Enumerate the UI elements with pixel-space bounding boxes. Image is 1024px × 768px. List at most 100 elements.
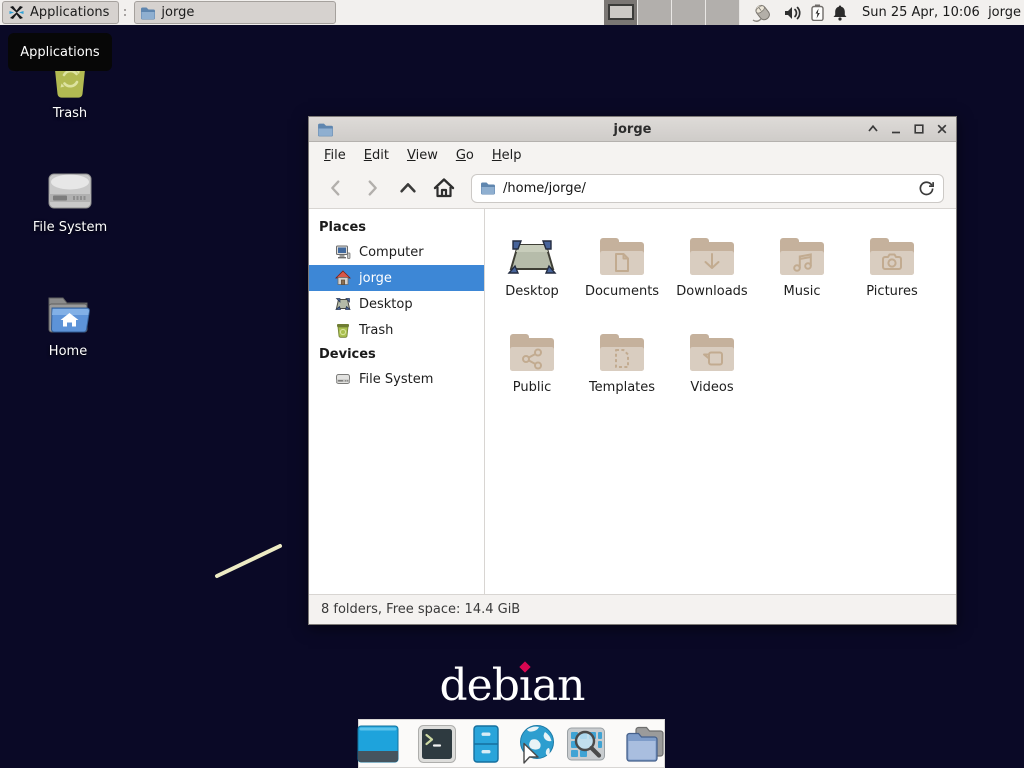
desktop-root: Applications jorge [0, 0, 1024, 768]
battery-icon[interactable] [811, 4, 824, 21]
file-manager-window: jorge File Edit View Go Help [308, 116, 957, 625]
computer-icon [335, 244, 351, 260]
hard-drive-icon [45, 168, 95, 214]
notifications-bell-icon[interactable] [832, 4, 848, 21]
workspace-window-thumbnail [608, 4, 634, 20]
applications-tooltip: Applications [8, 33, 112, 71]
sidebar-item-file-system[interactable]: File System [309, 366, 484, 392]
back-icon [325, 177, 347, 199]
toolbar: /home/jorge/ [309, 168, 956, 209]
folder-icon [140, 6, 156, 20]
up-icon [397, 177, 419, 199]
home-icon [432, 176, 456, 200]
file-item-label: Videos [690, 380, 733, 395]
file-item-label: Music [784, 284, 821, 299]
sidebar-item-computer[interactable]: Computer [309, 239, 484, 265]
file-item-label: Templates [589, 380, 655, 395]
panel-clock[interactable]: Sun 25 Apr, 10:06 [862, 0, 980, 25]
desktop-icon-file-system[interactable]: File System [22, 168, 118, 235]
debian-logo-text: an [532, 660, 585, 711]
workspace-4[interactable] [706, 0, 740, 25]
workspace-3[interactable] [672, 0, 706, 25]
directory-menu-button[interactable] [624, 724, 666, 764]
mouse-icon[interactable] [750, 3, 776, 23]
bottom-dock-panel [358, 719, 665, 768]
clock-text: Sun 25 Apr, 10:06 [862, 5, 980, 20]
file-item-public[interactable]: Public [487, 321, 577, 417]
web-browser-launcher[interactable] [515, 723, 557, 765]
taskbar-window-button[interactable]: jorge [134, 1, 336, 24]
file-item-label: Public [513, 380, 551, 395]
up-button[interactable] [393, 173, 423, 203]
file-manager-launcher[interactable] [466, 724, 506, 764]
maximize-window-icon[interactable] [913, 123, 925, 135]
applications-menu-button[interactable]: Applications [2, 1, 119, 24]
menubar: File Edit View Go Help [309, 142, 956, 168]
location-path-text: /home/jorge/ [503, 181, 586, 196]
forward-icon [361, 177, 383, 199]
audio-volume-icon[interactable] [784, 5, 803, 21]
close-window-icon[interactable] [936, 123, 948, 135]
minimize-window-icon[interactable] [890, 123, 902, 135]
file-item-templates[interactable]: Templates [577, 321, 667, 417]
workspace-switcher[interactable] [604, 0, 740, 25]
menu-go[interactable]: Go [447, 144, 483, 167]
file-item-pictures[interactable]: Pictures [847, 225, 937, 321]
drive-mini-icon [335, 371, 351, 387]
file-item-label: Downloads [676, 284, 747, 299]
debian-logo: debıan [0, 660, 1024, 711]
tooltip-text: Applications [20, 45, 99, 60]
menu-view[interactable]: View [398, 144, 447, 167]
file-item-documents[interactable]: Documents [577, 225, 667, 321]
file-item-desktop[interactable]: Desktop [487, 225, 577, 321]
menu-help[interactable]: Help [483, 144, 531, 167]
application-finder-launcher[interactable] [566, 725, 606, 763]
file-item-downloads[interactable]: Downloads [667, 225, 757, 321]
reload-icon[interactable] [918, 180, 935, 197]
file-item-music[interactable]: Music [757, 225, 847, 321]
tasklist-grip-handle[interactable] [122, 4, 128, 22]
terminal-launcher[interactable] [417, 724, 457, 764]
videos-folder-icon [688, 333, 736, 375]
workspace-1[interactable] [604, 0, 638, 25]
templates-folder-icon [598, 333, 646, 375]
desktop-icon-home[interactable]: Home [20, 292, 116, 359]
panel-username: jorge [988, 0, 1021, 25]
public-folder-icon [508, 333, 556, 375]
shade-window-icon[interactable] [867, 123, 879, 135]
statusbar-text: 8 folders, Free space: 14.4 GiB [321, 602, 520, 617]
workspace-2[interactable] [638, 0, 672, 25]
file-item-label: Desktop [505, 284, 559, 299]
sidebar-item-trash[interactable]: Trash [309, 317, 484, 343]
sidebar-item-desktop[interactable]: Desktop [309, 291, 484, 317]
window-title: jorge [309, 122, 956, 137]
location-bar[interactable]: /home/jorge/ [471, 174, 944, 203]
debian-logo-text: deb [439, 660, 518, 711]
trash-mini-icon [335, 322, 351, 338]
file-cabinet-icon [466, 724, 506, 764]
directory-menu-icon [624, 724, 666, 764]
terminal-icon [417, 724, 457, 764]
show-desktop-button[interactable] [357, 725, 399, 763]
desktop-folder-icon [507, 231, 557, 279]
window-titlebar[interactable]: jorge [309, 117, 956, 142]
sidebar-item-label: Desktop [359, 297, 413, 312]
home-button[interactable] [429, 173, 459, 203]
sidebar-item-jorge[interactable]: jorge [309, 265, 484, 291]
sidebar-item-label: jorge [359, 271, 392, 286]
forward-button[interactable] [357, 173, 387, 203]
applications-menu-label: Applications [30, 5, 109, 20]
menu-file[interactable]: File [315, 144, 355, 167]
sidebar-header-places: Places [309, 216, 484, 239]
back-button[interactable] [321, 173, 351, 203]
xfce-applications-icon [8, 4, 25, 21]
system-tray [750, 0, 848, 25]
desktop-icon-label: File System [33, 220, 107, 235]
username-text: jorge [988, 5, 1021, 20]
top-panel: Applications jorge [0, 0, 1024, 25]
pictures-folder-icon [868, 237, 916, 279]
user-home-icon [335, 270, 351, 286]
music-folder-icon [778, 237, 826, 279]
file-item-videos[interactable]: Videos [667, 321, 757, 417]
menu-edit[interactable]: Edit [355, 144, 398, 167]
